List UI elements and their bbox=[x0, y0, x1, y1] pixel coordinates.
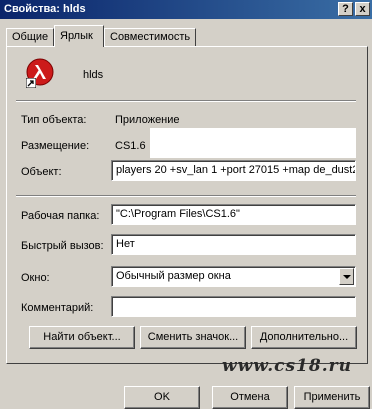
apply-button[interactable]: Применить bbox=[294, 386, 370, 409]
tab-general[interactable]: Общие bbox=[6, 28, 54, 46]
hotkey-label: Быстрый вызов: bbox=[21, 240, 104, 252]
location-label: Размещение: bbox=[21, 140, 90, 152]
watermark: www.cs18.ru bbox=[222, 356, 352, 376]
location-value: CS1.6 bbox=[115, 140, 146, 152]
chevron-down-icon[interactable] bbox=[339, 268, 354, 285]
comment-input[interactable] bbox=[111, 296, 356, 317]
advanced-button[interactable]: Дополнительно... bbox=[251, 326, 357, 349]
change-icon-button[interactable]: Сменить значок... bbox=[140, 326, 246, 349]
comment-label: Комментарий: bbox=[21, 302, 94, 314]
target-input[interactable]: players 20 +sv_lan 1 +port 27015 +map de… bbox=[111, 160, 356, 181]
hotkey-input[interactable]: Нет bbox=[111, 234, 356, 255]
window-select-value: Обычный размер окна bbox=[116, 270, 231, 282]
location-overlay bbox=[150, 128, 356, 158]
shortcut-arrow-icon bbox=[26, 78, 36, 88]
title-bar: Свойства: hlds ? x bbox=[0, 0, 372, 19]
workdir-input[interactable]: "C:\Program Files\CS1.6" bbox=[111, 204, 356, 225]
app-icon bbox=[26, 58, 54, 88]
tab-compatibility[interactable]: Совместимость bbox=[104, 28, 196, 46]
type-label: Тип объекта: bbox=[21, 114, 87, 126]
help-button[interactable]: ? bbox=[338, 2, 353, 16]
find-target-button[interactable]: Найти объект... bbox=[29, 326, 135, 349]
close-button[interactable]: x bbox=[355, 2, 370, 16]
separator bbox=[16, 100, 356, 102]
window-select[interactable]: Обычный размер окна bbox=[111, 266, 356, 287]
separator bbox=[16, 195, 356, 197]
window-title: Свойства: hlds bbox=[4, 3, 86, 15]
ok-button[interactable]: OK bbox=[124, 386, 200, 409]
type-value: Приложение bbox=[115, 114, 180, 126]
target-label: Объект: bbox=[21, 166, 62, 178]
shortcut-name: hlds bbox=[83, 69, 104, 81]
tab-shortcut[interactable]: Ярлык bbox=[54, 25, 104, 47]
window-label: Окно: bbox=[21, 272, 50, 284]
cancel-button[interactable]: Отмена bbox=[212, 386, 288, 409]
workdir-label: Рабочая папка: bbox=[21, 210, 100, 222]
